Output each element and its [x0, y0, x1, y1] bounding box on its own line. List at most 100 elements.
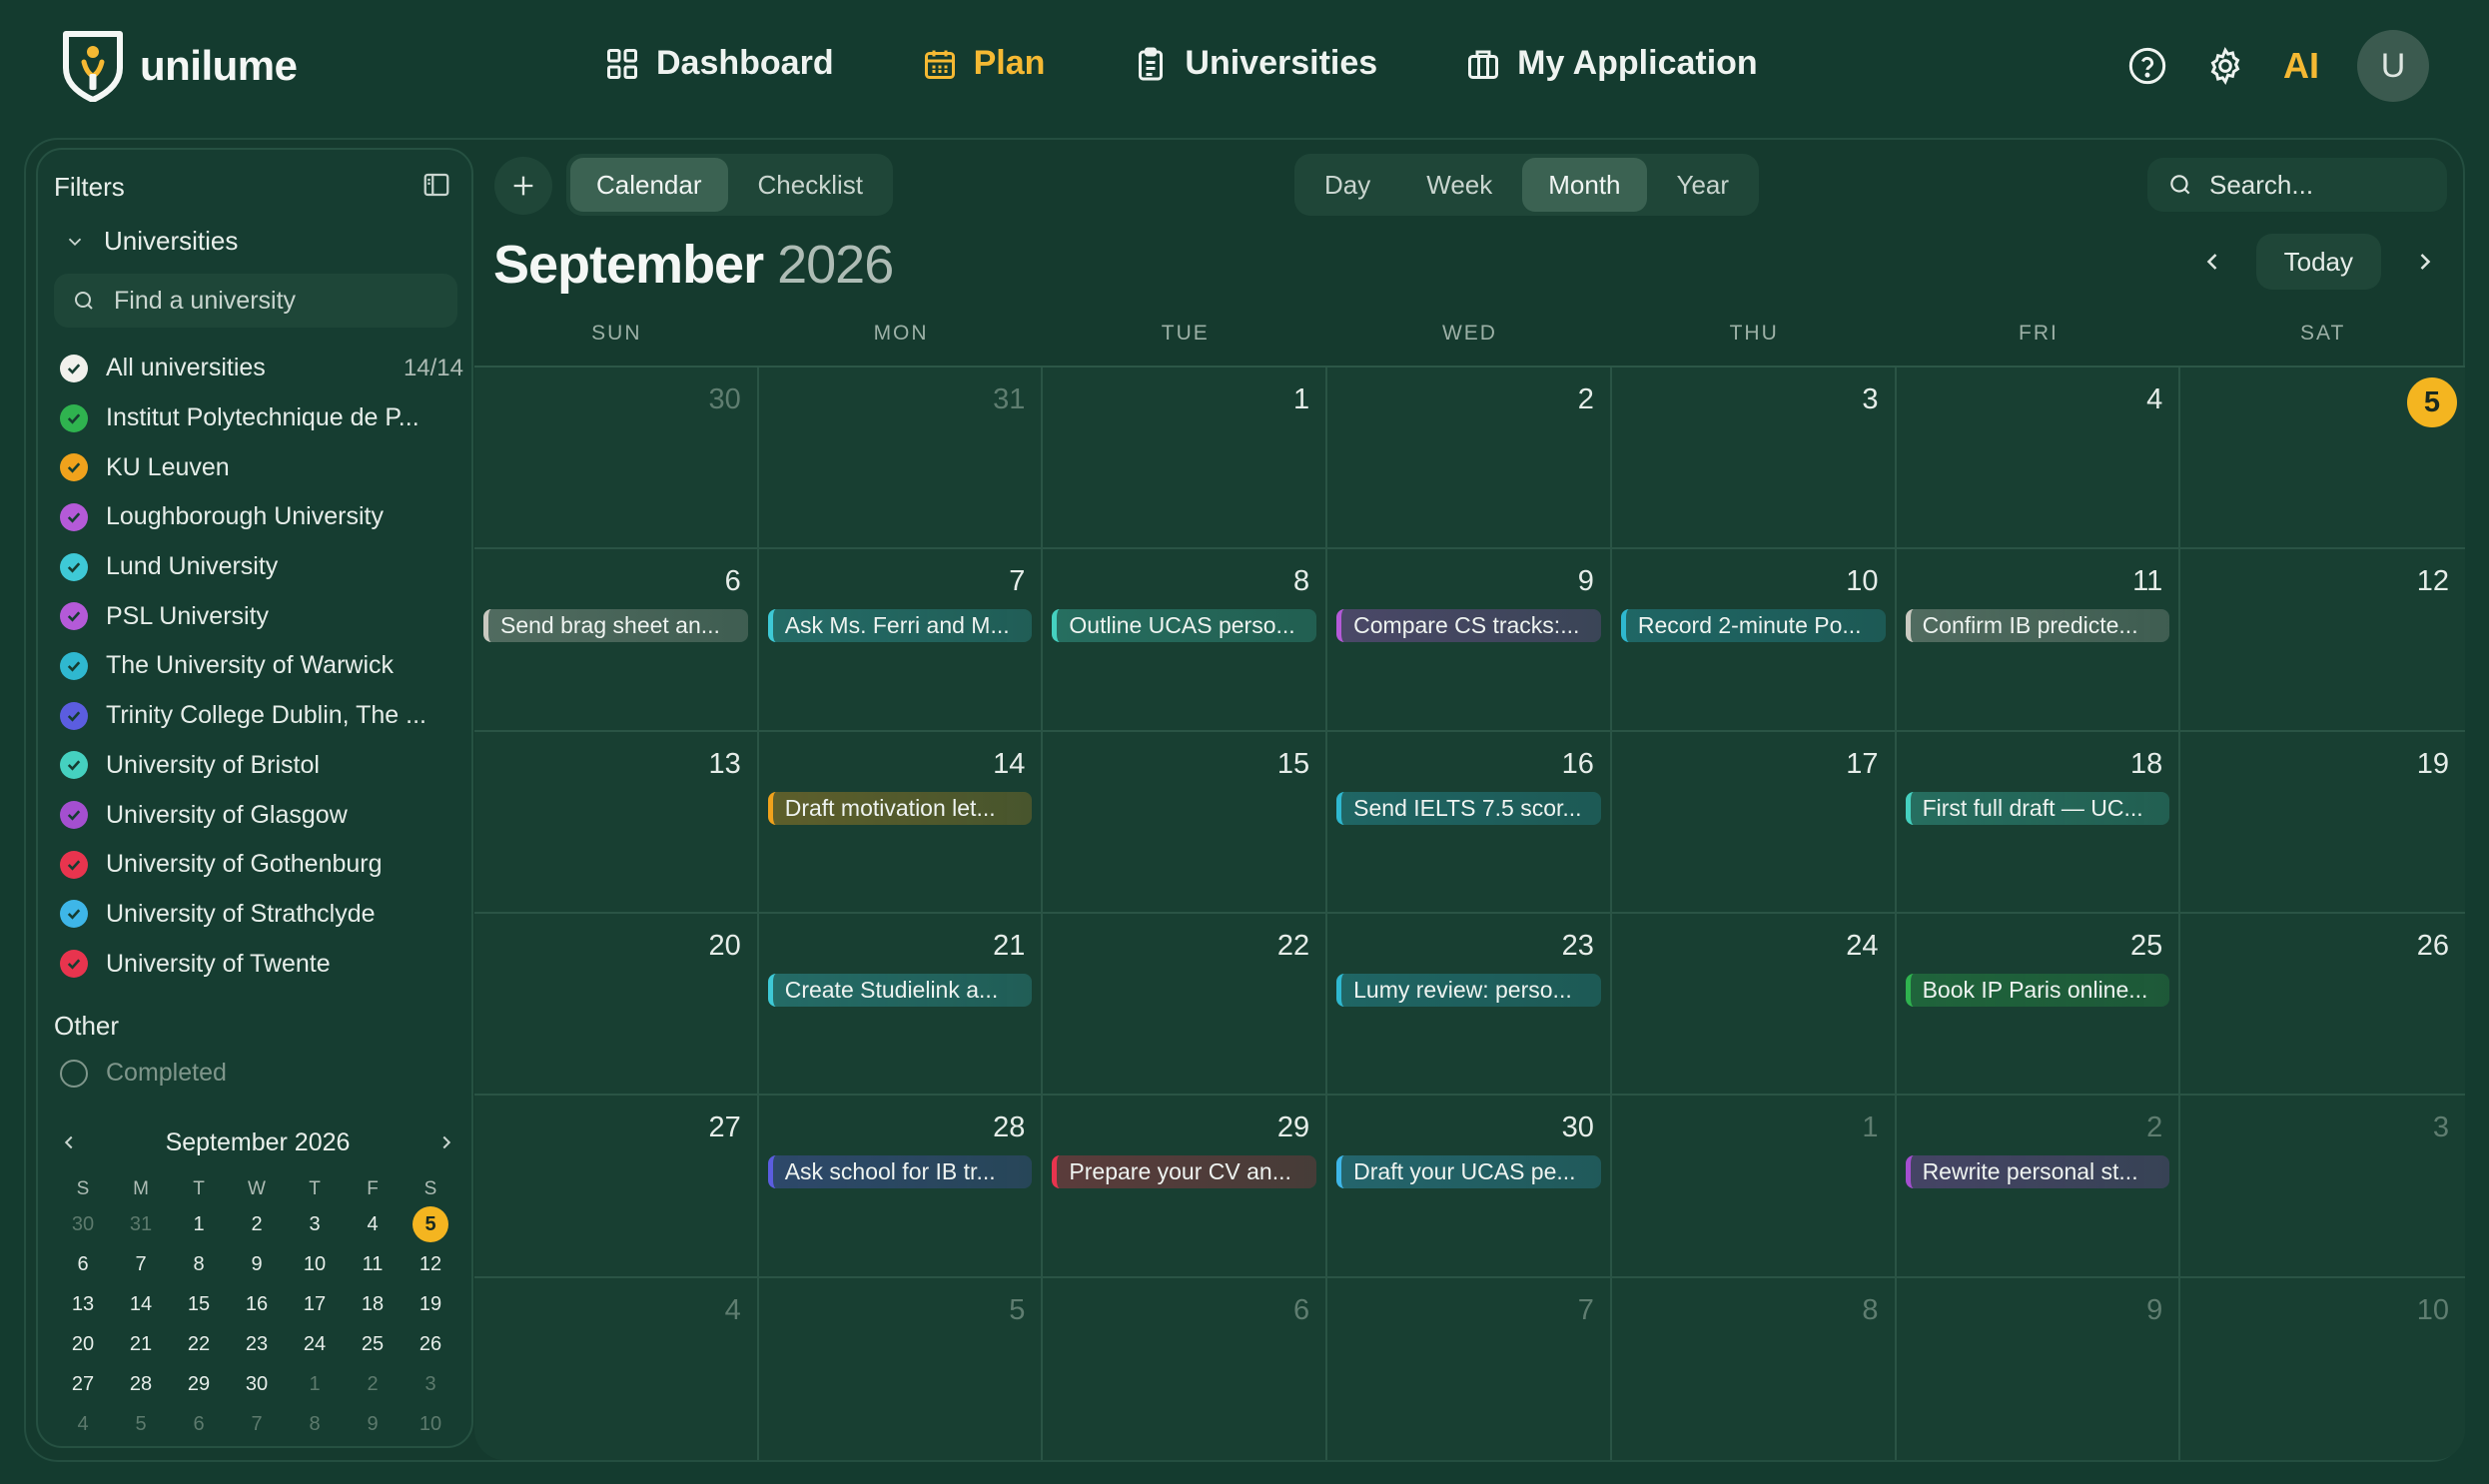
range-day[interactable]: Day [1298, 158, 1396, 212]
calendar-event[interactable]: Rewrite personal st... [1905, 1155, 2170, 1189]
mini-day[interactable]: 25 [344, 1324, 402, 1364]
avatar[interactable]: U [2357, 30, 2429, 102]
day-cell[interactable]: 23 Lumy review: perso... [1327, 913, 1612, 1097]
day-cell[interactable]: 12 [2180, 549, 2465, 732]
day-cell[interactable]: 6 [1043, 1277, 1328, 1460]
filter-university[interactable]: The University of Warwick [60, 641, 463, 691]
mini-day[interactable]: 16 [228, 1284, 286, 1324]
day-cell[interactable]: 30 [474, 368, 759, 550]
university-search-input[interactable] [114, 286, 443, 316]
day-cell[interactable]: 16 Send IELTS 7.5 scor... [1327, 731, 1612, 914]
mini-day[interactable]: 24 [286, 1324, 344, 1364]
mini-day[interactable]: 17 [286, 1284, 344, 1324]
mini-day[interactable]: 28 [112, 1364, 170, 1404]
day-cell[interactable]: 3 [2180, 1096, 2465, 1278]
mini-day[interactable]: 26 [402, 1324, 459, 1364]
calendar-event[interactable]: Draft your UCAS pe... [1336, 1155, 1601, 1189]
mini-day[interactable]: 11 [344, 1244, 402, 1284]
mini-day[interactable]: 7 [228, 1404, 286, 1444]
day-cell[interactable]: 8 [1611, 1277, 1897, 1460]
nav-my-application[interactable]: My Application [1465, 44, 1758, 83]
day-cell[interactable]: 4 [1896, 368, 2181, 550]
add-task-button[interactable] [494, 157, 552, 215]
nav-universities[interactable]: Universities [1133, 44, 1377, 83]
filter-university[interactable]: Institut Polytechnique de P... [60, 393, 463, 443]
calendar-event[interactable]: First full draft — UC... [1905, 791, 2170, 825]
calendar-search-input[interactable] [2209, 169, 2429, 201]
mini-day[interactable]: 19 [402, 1284, 459, 1324]
chevron-left-icon[interactable] [58, 1131, 80, 1153]
mini-day[interactable]: 14 [112, 1284, 170, 1324]
mini-day[interactable]: 2 [344, 1364, 402, 1404]
day-cell[interactable]: 18 First full draft — UC... [1896, 731, 2181, 914]
mini-day[interactable]: 1 [286, 1364, 344, 1404]
day-cell[interactable]: 28 Ask school for IB tr... [758, 1096, 1044, 1278]
sidebar-toggle-button[interactable] [421, 170, 451, 205]
day-cell[interactable]: 8 Outline UCAS perso... [1043, 549, 1328, 732]
filter-university[interactable]: Loughborough University [60, 492, 463, 542]
day-cell[interactable]: 1 [1043, 368, 1328, 550]
filter-university[interactable]: Lund University [60, 542, 463, 592]
day-cell[interactable]: 7 Ask Ms. Ferri and M... [758, 549, 1044, 732]
tab-checklist[interactable]: Checklist [732, 158, 889, 212]
day-cell[interactable]: 21 Create Studielink a... [758, 913, 1044, 1097]
day-cell[interactable]: 24 [1611, 913, 1897, 1097]
calendar-event[interactable]: Book IP Paris online... [1905, 973, 2170, 1007]
mini-day[interactable]: 1 [170, 1204, 228, 1244]
brand-logo[interactable]: unilume [60, 30, 298, 102]
filter-university[interactable]: University of Gothenburg [60, 840, 463, 890]
filter-university[interactable]: PSL University [60, 591, 463, 641]
settings-button[interactable] [2205, 46, 2245, 86]
mini-day[interactable]: 21 [112, 1324, 170, 1364]
help-button[interactable] [2127, 46, 2167, 86]
mini-day[interactable]: 9 [344, 1404, 402, 1444]
day-cell[interactable]: 1 [1611, 1096, 1897, 1278]
mini-day[interactable]: 4 [54, 1404, 112, 1444]
day-cell[interactable]: 31 [758, 368, 1044, 550]
mini-day[interactable]: 5 [112, 1404, 170, 1444]
universities-section-toggle[interactable]: Universities [64, 226, 238, 257]
day-cell[interactable]: 27 [474, 1096, 759, 1278]
range-month[interactable]: Month [1522, 158, 1647, 212]
calendar-event[interactable]: Send brag sheet an... [483, 609, 748, 643]
nav-dashboard[interactable]: Dashboard [604, 44, 834, 83]
mini-day[interactable]: 3 [286, 1204, 344, 1244]
filter-university[interactable]: University of Strathclyde [60, 890, 463, 940]
ai-button[interactable]: AI [2283, 45, 2319, 87]
day-cell[interactable]: 7 [1327, 1277, 1612, 1460]
calendar-event[interactable]: Ask school for IB tr... [767, 1155, 1033, 1189]
chevron-right-icon[interactable] [435, 1131, 457, 1153]
calendar-event[interactable]: Send IELTS 7.5 scor... [1336, 791, 1601, 825]
day-cell[interactable]: 5 [758, 1277, 1044, 1460]
day-cell[interactable]: 9 [1896, 1277, 2181, 1460]
mini-day[interactable]: 30 [54, 1204, 112, 1244]
mini-day[interactable]: 15 [170, 1284, 228, 1324]
mini-day[interactable]: 4 [344, 1204, 402, 1244]
calendar-event[interactable]: Ask Ms. Ferri and M... [767, 609, 1033, 643]
day-cell[interactable]: 10 [2180, 1277, 2465, 1460]
chevron-left-icon[interactable] [2198, 248, 2226, 276]
mini-day[interactable]: 31 [112, 1204, 170, 1244]
range-week[interactable]: Week [1400, 158, 1518, 212]
mini-day[interactable]: 10 [286, 1244, 344, 1284]
calendar-event[interactable]: Compare CS tracks:... [1336, 609, 1601, 643]
mini-day[interactable]: 29 [170, 1364, 228, 1404]
day-cell[interactable]: 3 [1611, 368, 1897, 550]
mini-day[interactable]: 18 [344, 1284, 402, 1324]
day-cell[interactable]: 9 Compare CS tracks:... [1327, 549, 1612, 732]
mini-day[interactable]: 20 [54, 1324, 112, 1364]
calendar-event[interactable]: Create Studielink a... [767, 973, 1033, 1007]
mini-day[interactable]: 8 [286, 1404, 344, 1444]
mini-day[interactable]: 8 [170, 1244, 228, 1284]
filter-university[interactable]: Trinity College Dublin, The ... [60, 691, 463, 741]
mini-day[interactable]: 30 [228, 1364, 286, 1404]
today-button[interactable]: Today [2255, 234, 2381, 290]
mini-day[interactable]: 9 [228, 1244, 286, 1284]
calendar-event[interactable]: Lumy review: perso... [1336, 973, 1601, 1007]
day-cell[interactable]: 14 Draft motivation let... [758, 731, 1044, 914]
day-cell[interactable]: 5 [2180, 368, 2465, 550]
day-cell[interactable]: 11 Confirm IB predicte... [1896, 549, 2181, 732]
mini-day[interactable]: 5 [402, 1204, 459, 1244]
mini-day[interactable]: 13 [54, 1284, 112, 1324]
day-cell[interactable]: 2 [1327, 368, 1612, 550]
